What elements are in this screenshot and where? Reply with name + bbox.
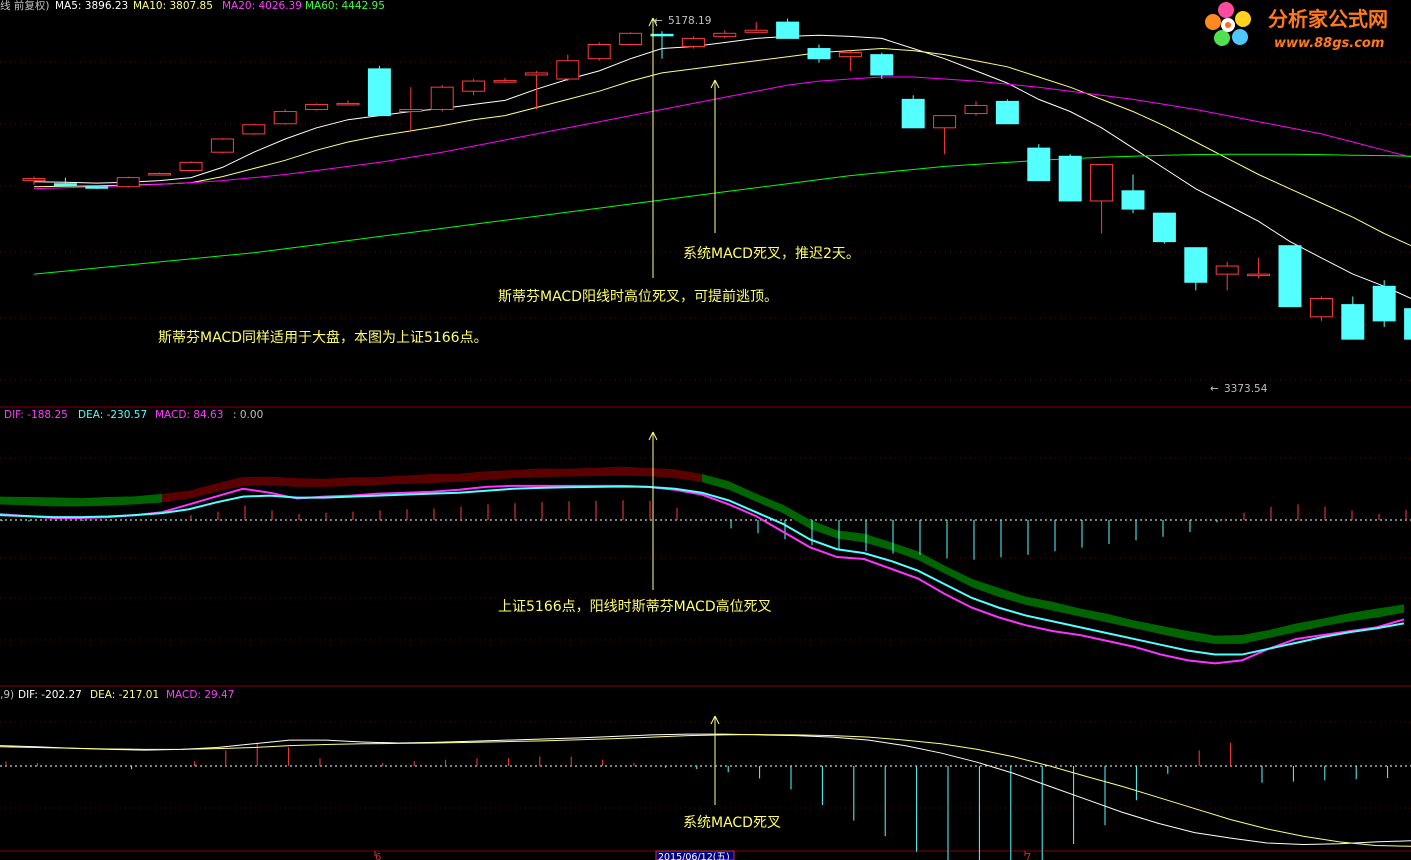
candle-up <box>242 124 266 135</box>
candle-down <box>1121 190 1145 210</box>
ribbon-segment <box>405 473 432 484</box>
candle-up <box>148 173 172 176</box>
macd2-prefix: ,9) <box>0 689 14 701</box>
candle-up <box>336 102 360 106</box>
macd1-dea-label: DEA: -230.57 <box>78 409 147 421</box>
ribbon-segment <box>108 496 135 506</box>
main-header: 线 前复权) MA5: 3896.23 MA10: 3807.85 MA20: … <box>0 0 385 12</box>
candle-up <box>116 177 140 188</box>
candle-down <box>85 186 109 189</box>
candle-up <box>1247 273 1271 277</box>
macd2-dif-label: DIF: -202.27 <box>18 689 82 701</box>
candle-down <box>1278 245 1302 308</box>
main-header-prefix: 线 前复权) <box>0 0 49 12</box>
ribbon-segment <box>243 476 270 486</box>
candle-up <box>619 32 643 45</box>
ribbon-segment <box>621 466 648 477</box>
annotation-index-note: 斯蒂芬MACD同样适用于大盘，本图为上证5166点。 <box>158 329 488 346</box>
macd2-macd-label: MACD: 29.47 <box>166 689 234 701</box>
ribbon-segment <box>0 496 27 506</box>
candle-down <box>1027 147 1051 182</box>
candle-up <box>838 52 862 58</box>
macd1-macd-label: MACD: 84.63 <box>155 409 223 421</box>
ribbon-segment <box>324 477 351 487</box>
candle-down <box>1058 155 1082 202</box>
candle-down <box>901 98 925 129</box>
ribbon-segment <box>1215 635 1242 644</box>
candle-up <box>744 29 768 33</box>
low-price-label-arrow: ← <box>1210 383 1219 395</box>
candle-down <box>807 48 831 60</box>
macd2-header: ,9) DIF: -202.27 DEA: -217.01 MACD: 29.4… <box>0 689 234 701</box>
ma10-label: MA10: 3807.85 <box>133 0 213 12</box>
x-tick-label-7: 7 <box>1025 852 1031 860</box>
logo-url: www.88gs.com <box>1274 36 1384 51</box>
candle-up <box>1090 163 1114 202</box>
ribbon-segment <box>297 478 324 487</box>
candle-up <box>305 103 329 111</box>
ma5-label: MA5: 3896.23 <box>55 0 128 12</box>
low-price-label: 3373.54 <box>1224 383 1268 395</box>
ribbon-segment <box>594 466 621 477</box>
candle-down <box>367 68 391 117</box>
candle-down <box>1184 247 1208 283</box>
x-tick-label-6: 6 <box>375 852 381 860</box>
candle-up <box>430 86 454 111</box>
high-price-label: 5178.19 <box>668 15 711 27</box>
ribbon-segment <box>81 496 108 507</box>
x-date-label: 2015/06/12(五) <box>658 852 730 860</box>
chart-background <box>0 0 1411 860</box>
candle-up <box>681 37 705 48</box>
candle-up <box>933 115 957 129</box>
candle-down <box>1372 285 1396 322</box>
candle-up <box>556 60 580 80</box>
candle-up <box>22 178 46 182</box>
ribbon-segment <box>378 475 405 485</box>
candle-down <box>776 21 800 39</box>
annotation-macd2-cross: 系统MACD死叉 <box>683 815 781 831</box>
ribbon-segment <box>432 473 459 483</box>
candle-down <box>870 54 894 76</box>
high-arrow-icon: ← <box>654 15 663 27</box>
candle-up <box>493 80 517 83</box>
candle-up <box>1309 298 1333 318</box>
candle-up <box>273 111 297 125</box>
candle-down <box>650 33 674 37</box>
candle-up <box>964 104 988 115</box>
ribbon-segment <box>513 468 540 479</box>
candle-up <box>210 138 234 153</box>
candle-up <box>179 161 203 171</box>
ma60-label: MA60: 4442.95 <box>305 0 385 12</box>
ribbon-segment <box>54 497 81 507</box>
candle-up <box>399 109 423 113</box>
candle-down <box>1152 212 1176 243</box>
candle-up <box>713 32 737 37</box>
candle-up <box>524 72 548 76</box>
candle-up <box>587 43 611 60</box>
ribbon-segment <box>351 477 378 486</box>
annotation-macd1-cross: 上证5166点，阳线时斯蒂芬MACD高位死叉 <box>498 598 772 615</box>
stock-chart[interactable]: 线 前复权) MA5: 3896.23 MA10: 3807.85 MA20: … <box>0 0 1411 860</box>
annotation-system-cross: 系统MACD死叉，推迟2天。 <box>683 246 860 262</box>
macd2-dea-label: DEA: -217.01 <box>90 689 159 701</box>
macd1-extra-label: : 0.00 <box>233 409 263 421</box>
ma20-label: MA20: 4026.39 <box>222 0 302 12</box>
annotation-early-exit: 斯蒂芬MACD阳线时高位死叉，可提前逃顶。 <box>498 288 778 305</box>
candle-down <box>1404 308 1411 340</box>
ribbon-segment <box>567 467 594 477</box>
logo-title: 分析家公式网 <box>1268 7 1388 31</box>
candle-down <box>1341 304 1365 340</box>
macd1-dif-label: DIF: -188.25 <box>4 409 68 421</box>
candle-down <box>995 100 1019 125</box>
ribbon-segment <box>540 468 567 478</box>
ribbon-segment <box>27 496 54 507</box>
candle-up <box>1215 265 1239 275</box>
candle-up <box>462 80 486 92</box>
candle-down <box>53 183 77 187</box>
